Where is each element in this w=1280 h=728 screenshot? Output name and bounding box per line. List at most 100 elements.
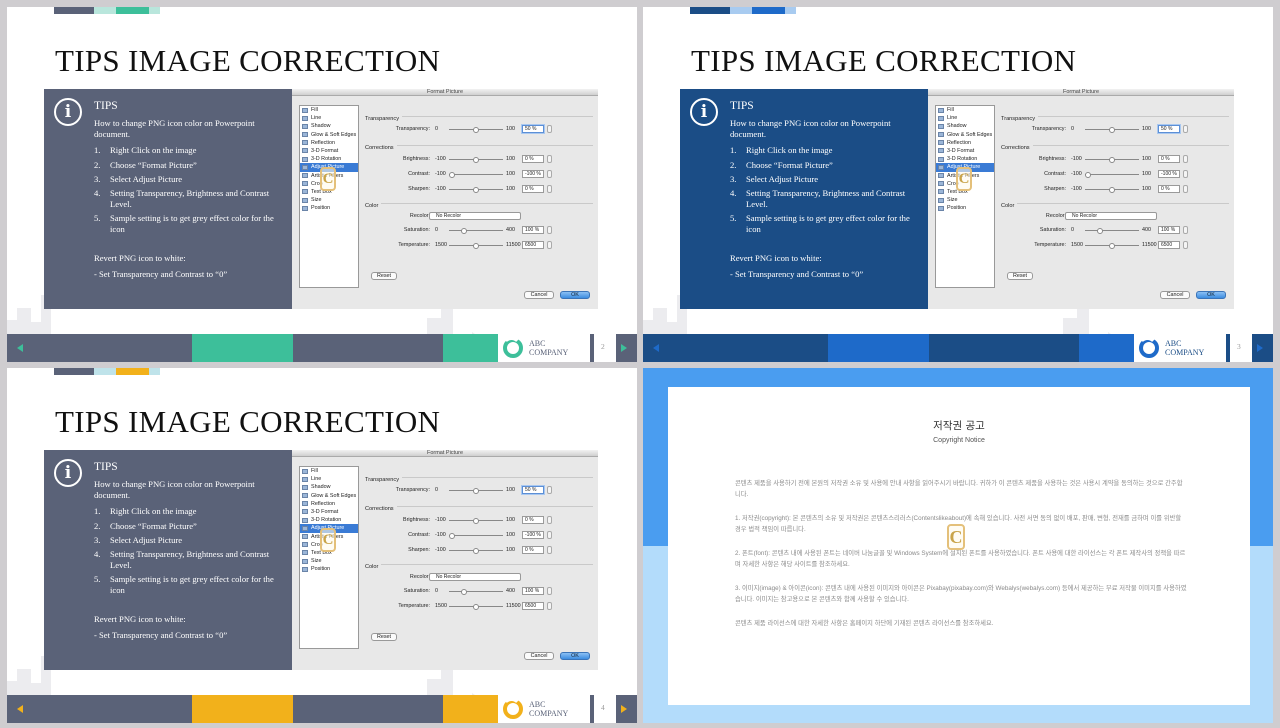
contrast-slider-track[interactable] xyxy=(1085,174,1139,175)
sharpen-stepper[interactable] xyxy=(547,185,552,193)
sidebar-item[interactable]: Reflection xyxy=(300,500,358,508)
brightness-value-field[interactable]: 0 % xyxy=(522,155,544,163)
sidebar-item[interactable]: 3-D Rotation xyxy=(300,155,358,163)
contrast-stepper[interactable] xyxy=(547,170,552,178)
sidebar-item[interactable]: Shadow xyxy=(300,483,358,491)
sidebar-item[interactable]: Shadow xyxy=(300,122,358,130)
temperature-stepper[interactable] xyxy=(1183,241,1188,249)
sharpen-stepper[interactable] xyxy=(1183,185,1188,193)
brightness-value-field[interactable]: 0 % xyxy=(522,516,544,524)
transparency-stepper[interactable] xyxy=(1183,125,1188,133)
sidebar-item[interactable]: Line xyxy=(936,114,994,122)
reset-button[interactable]: Reset xyxy=(371,633,397,641)
sidebar-item[interactable]: Glow & Soft Edges xyxy=(936,131,994,139)
brightness-stepper[interactable] xyxy=(1183,155,1188,163)
brightness-slider-thumb[interactable] xyxy=(473,156,479,163)
sidebar-item[interactable]: Size xyxy=(300,557,358,565)
sidebar-item[interactable]: Glow & Soft Edges xyxy=(300,131,358,139)
sidebar-item[interactable]: Size xyxy=(936,196,994,204)
sidebar-item[interactable]: Line xyxy=(300,114,358,122)
recolor-dropdown[interactable]: No Recolor xyxy=(429,212,521,220)
saturation-stepper[interactable] xyxy=(547,587,552,595)
saturation-slider-track[interactable] xyxy=(449,230,503,231)
sharpen-value-field[interactable]: 0 % xyxy=(1158,185,1180,193)
sidebar-item[interactable]: Position xyxy=(300,565,358,573)
sidebar-item[interactable]: Reflection xyxy=(936,139,994,147)
temperature-slider-thumb[interactable] xyxy=(473,242,479,249)
temperature-value-field[interactable]: 6500 xyxy=(1158,241,1180,249)
sidebar-item[interactable]: Fill xyxy=(300,106,358,114)
sidebar-item[interactable]: 3-D Rotation xyxy=(936,155,994,163)
next-arrow-icon[interactable] xyxy=(621,705,627,713)
ok-button[interactable]: OK xyxy=(560,652,590,660)
saturation-value-field[interactable]: 100 % xyxy=(1158,226,1180,234)
transparency-value-field[interactable]: 50 % xyxy=(522,486,544,494)
saturation-slider-thumb[interactable] xyxy=(1097,227,1103,234)
contrast-slider-track[interactable] xyxy=(449,174,503,175)
sidebar-item[interactable]: Fill xyxy=(936,106,994,114)
previous-arrow-icon[interactable] xyxy=(653,344,659,352)
next-arrow-icon[interactable] xyxy=(621,344,627,352)
slide-thumbnail[interactable]: TIPS IMAGE CORRECTION i TIPS How to chan… xyxy=(7,368,637,723)
temperature-slider-thumb[interactable] xyxy=(473,603,479,610)
transparency-slider-thumb[interactable] xyxy=(473,487,479,494)
cancel-button[interactable]: Cancel xyxy=(1160,291,1190,299)
saturation-value-field[interactable]: 100 % xyxy=(522,587,544,595)
sharpen-value-field[interactable]: 0 % xyxy=(522,185,544,193)
ok-button[interactable]: OK xyxy=(560,291,590,299)
saturation-slider-track[interactable] xyxy=(1085,230,1139,231)
temperature-value-field[interactable]: 6500 xyxy=(522,602,544,610)
contrast-value-field[interactable]: -100 % xyxy=(522,170,544,178)
temperature-stepper[interactable] xyxy=(547,602,552,610)
saturation-slider-track[interactable] xyxy=(449,591,503,592)
contrast-value-field[interactable]: -100 % xyxy=(1158,170,1180,178)
temperature-slider-thumb[interactable] xyxy=(1109,242,1115,249)
transparency-value-field[interactable]: 50 % xyxy=(1158,125,1180,133)
reset-button[interactable]: Reset xyxy=(1007,272,1033,280)
temperature-value-field[interactable]: 6500 xyxy=(522,241,544,249)
contrast-slider-track[interactable] xyxy=(449,535,503,536)
slide-thumbnail[interactable]: TIPS IMAGE CORRECTION i TIPS How to chan… xyxy=(643,7,1273,362)
saturation-stepper[interactable] xyxy=(1183,226,1188,234)
saturation-slider-thumb[interactable] xyxy=(461,227,467,234)
recolor-dropdown[interactable]: No Recolor xyxy=(429,573,521,581)
contrast-stepper[interactable] xyxy=(547,531,552,539)
sidebar-item[interactable]: Size xyxy=(300,196,358,204)
sharpen-slider-thumb[interactable] xyxy=(473,186,479,193)
brightness-stepper[interactable] xyxy=(547,516,552,524)
cancel-button[interactable]: Cancel xyxy=(524,652,554,660)
transparency-stepper[interactable] xyxy=(547,486,552,494)
contrast-stepper[interactable] xyxy=(1183,170,1188,178)
contrast-slider-thumb[interactable] xyxy=(1085,171,1091,178)
sharpen-slider-thumb[interactable] xyxy=(1109,186,1115,193)
contrast-slider-thumb[interactable] xyxy=(449,171,455,178)
slide-thumbnail-copyright[interactable]: 저작권 공고 Copyright Notice 콘텐츠 제품을 사용하기 전에 … xyxy=(643,368,1273,723)
sharpen-slider-thumb[interactable] xyxy=(473,547,479,554)
transparency-slider-thumb[interactable] xyxy=(1109,126,1115,133)
cancel-button[interactable]: Cancel xyxy=(524,291,554,299)
sidebar-item[interactable]: Line xyxy=(300,475,358,483)
brightness-slider-thumb[interactable] xyxy=(473,517,479,524)
temperature-stepper[interactable] xyxy=(547,241,552,249)
transparency-slider-thumb[interactable] xyxy=(473,126,479,133)
transparency-value-field[interactable]: 50 % xyxy=(522,125,544,133)
reset-button[interactable]: Reset xyxy=(371,272,397,280)
saturation-value-field[interactable]: 100 % xyxy=(522,226,544,234)
sidebar-item[interactable]: Fill xyxy=(300,467,358,475)
sidebar-item[interactable]: 3-D Format xyxy=(936,147,994,155)
sidebar-item[interactable]: 3-D Rotation xyxy=(300,516,358,524)
brightness-value-field[interactable]: 0 % xyxy=(1158,155,1180,163)
saturation-slider-thumb[interactable] xyxy=(461,588,467,595)
brightness-slider-thumb[interactable] xyxy=(1109,156,1115,163)
brightness-stepper[interactable] xyxy=(547,155,552,163)
sharpen-stepper[interactable] xyxy=(547,546,552,554)
sidebar-item[interactable]: 3-D Format xyxy=(300,147,358,155)
sidebar-item[interactable]: Shadow xyxy=(936,122,994,130)
slide-thumbnail[interactable]: TIPS IMAGE CORRECTION i TIPS How to chan… xyxy=(7,7,637,362)
sidebar-item[interactable]: Position xyxy=(300,204,358,212)
previous-arrow-icon[interactable] xyxy=(17,705,23,713)
ok-button[interactable]: OK xyxy=(1196,291,1226,299)
recolor-dropdown[interactable]: No Recolor xyxy=(1065,212,1157,220)
next-arrow-icon[interactable] xyxy=(1257,344,1263,352)
transparency-stepper[interactable] xyxy=(547,125,552,133)
